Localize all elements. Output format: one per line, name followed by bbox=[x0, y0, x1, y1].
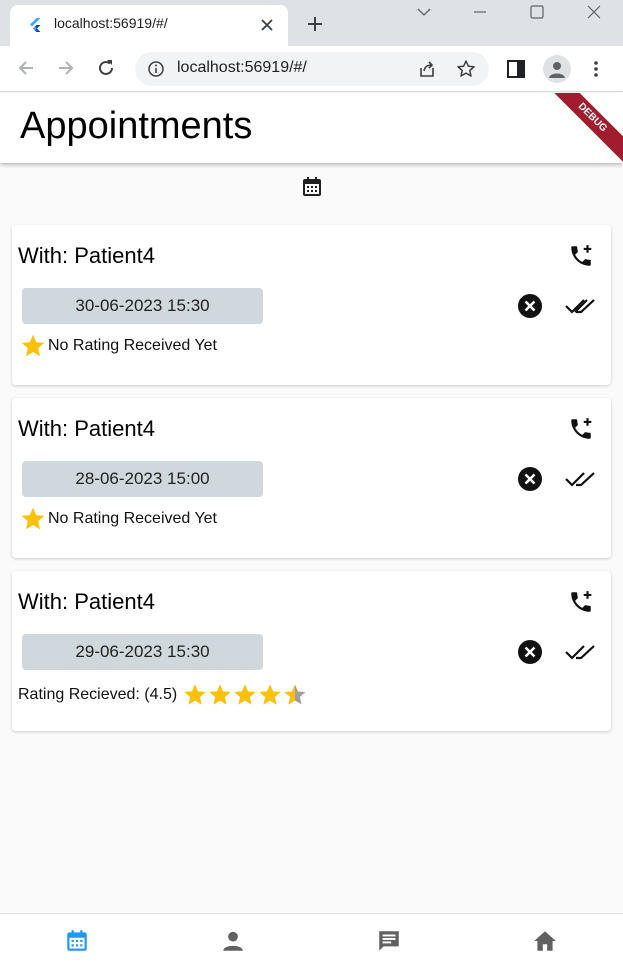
rating-text: No Rating Received Yet bbox=[48, 510, 217, 527]
rating-status: Rating Recieved: (4.5) bbox=[18, 683, 308, 707]
add-call-icon[interactable] bbox=[568, 243, 594, 269]
appointment-card: With: Patient4 29-06-2023 15:30 Rating R… bbox=[12, 571, 611, 731]
flutter-logo-icon bbox=[30, 18, 41, 32]
cancel-appointment-icon[interactable] bbox=[517, 639, 543, 665]
app-bar: Appointments bbox=[0, 93, 623, 163]
star-icon bbox=[21, 507, 45, 530]
cancel-appointment-icon[interactable] bbox=[517, 293, 543, 319]
bottom-navigation bbox=[0, 913, 623, 980]
new-tab-icon[interactable] bbox=[305, 14, 325, 34]
person-icon bbox=[549, 62, 565, 78]
star-icon bbox=[184, 684, 206, 705]
bookmark-star-icon[interactable] bbox=[456, 59, 476, 79]
forward-icon[interactable] bbox=[55, 57, 77, 79]
kebab-menu-icon[interactable] bbox=[585, 58, 607, 80]
rating-text: No Rating Received Yet bbox=[48, 337, 217, 354]
browser-tabstrip: localhost:56919/#/ bbox=[0, 0, 623, 46]
cancel-appointment-icon[interactable] bbox=[517, 466, 543, 492]
back-icon[interactable] bbox=[15, 57, 37, 79]
rating-status: No Rating Received Yet bbox=[20, 506, 217, 532]
star-icon bbox=[234, 684, 256, 705]
appointment-card: With: Patient4 30-06-2023 15:30 No Ratin… bbox=[12, 225, 611, 385]
address-bar[interactable]: localhost:56919/#/ bbox=[135, 52, 489, 86]
appointment-card: With: Patient4 28-06-2023 15:00 No Ratin… bbox=[12, 398, 611, 558]
appointment-with: With: Patient4 bbox=[18, 416, 155, 441]
close-window-icon[interactable] bbox=[584, 3, 604, 21]
appointment-datetime: 30-06-2023 15:30 bbox=[22, 288, 263, 324]
browser-toolbar: localhost:56919/#/ bbox=[0, 46, 623, 92]
appointment-with: With: Patient4 bbox=[18, 243, 155, 268]
tab-search-icon[interactable] bbox=[414, 3, 434, 21]
page-title: Appointments bbox=[20, 105, 253, 147]
close-tab-icon[interactable] bbox=[258, 16, 276, 34]
reload-icon[interactable] bbox=[95, 57, 117, 79]
calendar-icon[interactable] bbox=[64, 928, 90, 954]
appointment-datetime: 29-06-2023 15:30 bbox=[22, 634, 263, 670]
chat-icon[interactable] bbox=[376, 928, 402, 954]
star-icon bbox=[209, 684, 231, 705]
person-icon[interactable] bbox=[220, 928, 246, 954]
appointment-datetime: 28-06-2023 15:00 bbox=[22, 461, 263, 497]
done-all-icon[interactable] bbox=[565, 641, 597, 663]
site-info-icon[interactable] bbox=[147, 60, 165, 78]
rating-text: Rating Recieved: (4.5) bbox=[18, 686, 178, 703]
add-call-icon[interactable] bbox=[568, 416, 594, 442]
add-call-icon[interactable] bbox=[568, 589, 594, 615]
done-all-icon[interactable] bbox=[565, 468, 597, 490]
star-icon bbox=[21, 334, 45, 357]
side-panel-icon[interactable] bbox=[505, 58, 527, 80]
star-icon bbox=[259, 684, 281, 705]
tab-title: localhost:56919/#/ bbox=[54, 15, 168, 31]
minimize-icon[interactable] bbox=[470, 3, 490, 21]
maximize-icon[interactable] bbox=[527, 3, 547, 21]
calendar-icon[interactable] bbox=[300, 175, 324, 199]
url-text: localhost:56919/#/ bbox=[177, 59, 307, 76]
rating-status: No Rating Received Yet bbox=[20, 333, 217, 359]
share-icon[interactable] bbox=[417, 59, 437, 79]
home-icon[interactable] bbox=[532, 928, 558, 954]
done-all-icon[interactable] bbox=[565, 295, 597, 317]
star-rating bbox=[183, 683, 308, 707]
half-star-icon bbox=[284, 684, 306, 705]
appointment-with: With: Patient4 bbox=[18, 589, 155, 614]
debug-banner: DEBUG bbox=[553, 93, 623, 163]
debug-label: DEBUG bbox=[553, 93, 623, 163]
browser-tab[interactable]: localhost:56919/#/ bbox=[10, 5, 288, 46]
profile-avatar[interactable] bbox=[543, 55, 571, 83]
